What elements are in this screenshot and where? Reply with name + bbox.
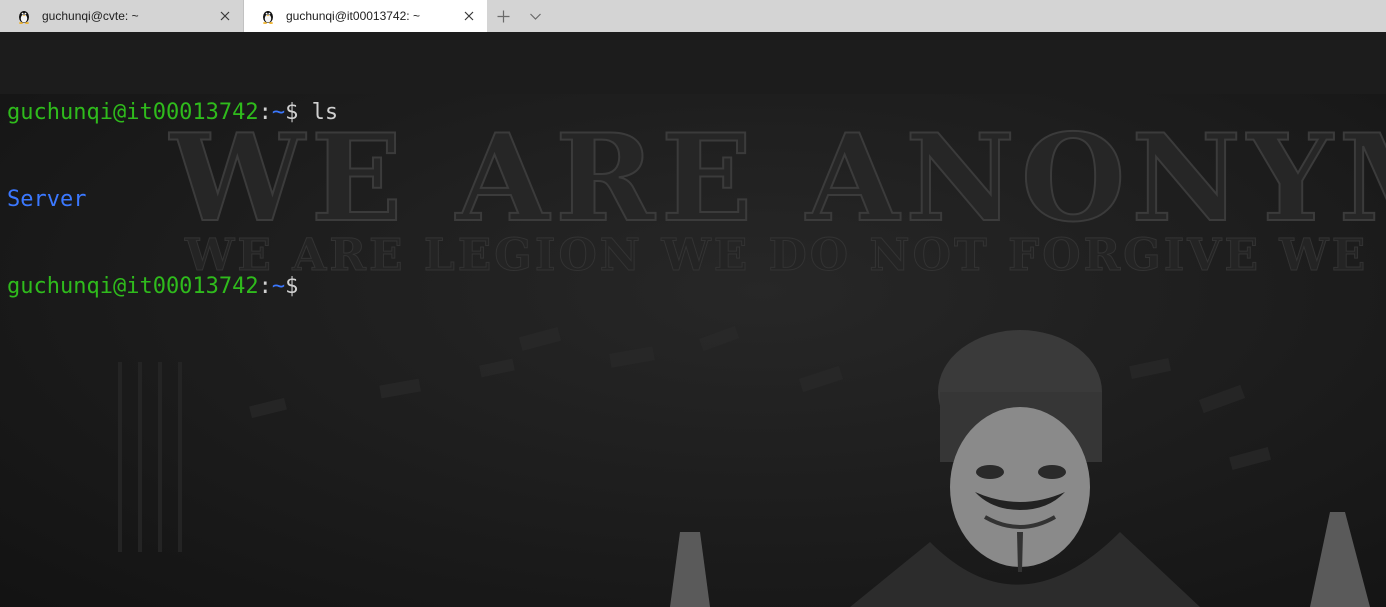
new-tab-button[interactable] xyxy=(487,0,519,32)
terminal-output: guchunqi@it00013742:~$ ls Server guchunq… xyxy=(7,40,338,359)
linux-penguin-icon xyxy=(263,11,273,24)
prompt-path: ~ xyxy=(271,274,286,299)
tab-title: guchunqi@cvte: ~ xyxy=(42,9,139,23)
prompt-symbol: $ xyxy=(285,100,312,125)
tab-dropdown-button[interactable] xyxy=(519,0,551,32)
prompt-separator: : xyxy=(258,274,272,299)
tab-it00013742[interactable]: guchunqi@it00013742: ~ xyxy=(244,0,487,32)
tab-bar: guchunqi@cvte: ~ guchunqi@it00013742: ~ xyxy=(0,0,1386,32)
chevron-down-icon xyxy=(529,13,541,20)
prompt-symbol: $ xyxy=(285,274,299,299)
background-subline: WE ARE LEGION WE DO NOT FORGIVE WE DO NO… xyxy=(184,230,1386,281)
background-headline: WE ARE ANONYMOUS xyxy=(168,108,1386,249)
prompt-user-host: guchunqi@it00013742 xyxy=(7,100,259,125)
prompt-user-host: guchunqi@it00013742 xyxy=(7,274,259,299)
close-icon[interactable] xyxy=(461,8,477,24)
terminal-window: guchunqi@cvte: ~ guchunqi@it00013742: ~ xyxy=(0,0,1386,607)
tab-cvte[interactable]: guchunqi@cvte: ~ xyxy=(0,0,244,32)
prompt-line: guchunqi@it00013742:~$ ls xyxy=(7,98,338,127)
prompt-path: ~ xyxy=(271,100,286,125)
terminal-pane[interactable]: WE ARE ANONYMOUS WE ARE LEGION WE DO NOT… xyxy=(0,32,1386,607)
tab-title: guchunqi@it00013742: ~ xyxy=(286,9,420,23)
linux-penguin-icon xyxy=(19,11,29,24)
command-text: ls xyxy=(311,100,339,125)
close-icon[interactable] xyxy=(217,8,233,24)
prompt-line[interactable]: guchunqi@it00013742:~$ xyxy=(7,272,338,301)
output-line: Server xyxy=(7,185,338,214)
prompt-separator: : xyxy=(258,100,272,125)
plus-icon xyxy=(497,10,509,22)
directory-entry: Server xyxy=(7,187,87,212)
